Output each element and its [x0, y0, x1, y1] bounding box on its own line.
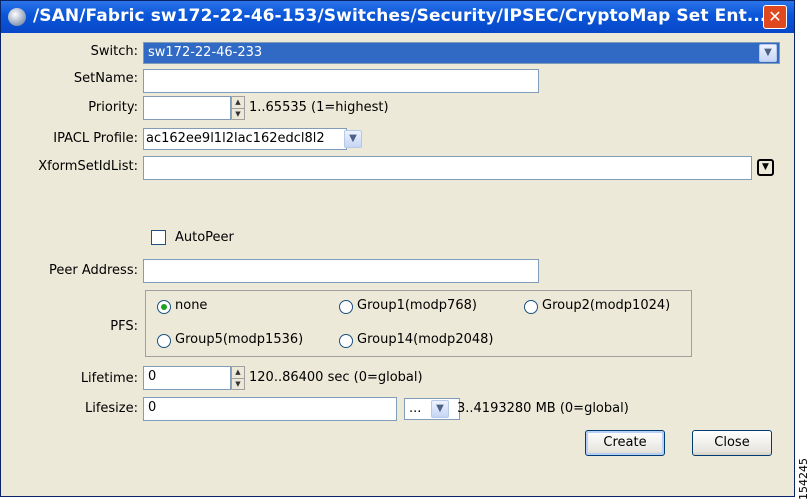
dialog-window: /SAN/Fabric sw172-22-46-153/Switches/Sec… — [0, 0, 795, 497]
lifesize-input[interactable]: 0 — [143, 397, 397, 421]
spinner-down-icon[interactable]: ▼ — [232, 379, 244, 390]
ipacl-dropdown-icon[interactable]: ▼ — [344, 130, 362, 148]
figure-id-text: 154245 — [797, 458, 809, 500]
spinner-down-icon[interactable]: ▼ — [232, 109, 244, 120]
xform-menu-icon[interactable]: ▼ — [757, 159, 774, 176]
pfs-radio-group5[interactable] — [157, 334, 171, 348]
switch-dropdown-icon[interactable]: ▼ — [759, 44, 777, 62]
lifesize-unit-value: ... — [409, 401, 422, 416]
priority-hint: 1..65535 (1=highest) — [249, 100, 389, 115]
lifetime-label: Lifetime: — [80, 371, 138, 386]
priority-label: Priority: — [88, 100, 138, 115]
pfs-radio-group1[interactable] — [339, 300, 353, 314]
priority-input[interactable] — [143, 96, 231, 120]
spinner-up-icon[interactable]: ▲ — [232, 367, 244, 379]
lifetime-input[interactable]: 0 — [143, 366, 231, 390]
switch-label: Switch: — [90, 44, 138, 59]
switch-select[interactable]: sw172-22-46-233 — [143, 42, 780, 64]
lifesize-dropdown-icon[interactable]: ▼ — [431, 400, 449, 418]
lifesize-label: Lifesize: — [84, 401, 138, 416]
app-icon — [8, 8, 26, 26]
pfs-option-none: none — [175, 298, 208, 313]
setname-label: SetName: — [73, 71, 138, 86]
peer-address-input[interactable] — [143, 259, 539, 283]
create-button[interactable]: Create — [585, 430, 665, 456]
window-title: /SAN/Fabric sw172-22-46-153/Switches/Sec… — [33, 6, 767, 26]
close-button[interactable]: Close — [692, 430, 772, 456]
pfs-option-group2: Group2(modp1024) — [542, 298, 671, 313]
xform-label: XformSetIdList: — [38, 159, 138, 174]
pfs-radio-none[interactable] — [157, 300, 171, 314]
ipacl-select[interactable]: ac162ee9l1l2lac162edcl8l2 — [143, 128, 347, 150]
pfs-option-group1: Group1(modp768) — [357, 298, 477, 313]
pfs-radio-group14[interactable] — [339, 334, 353, 348]
autopeer-label: AutoPeer — [175, 230, 234, 245]
lifetime-spinner[interactable]: ▲ ▼ — [231, 366, 245, 390]
pfs-label: PFS: — [110, 319, 138, 334]
pfs-option-group14: Group14(modp2048) — [357, 332, 494, 347]
peer-address-label: Peer Address: — [48, 263, 138, 278]
form-content: Switch: sw172-22-46-233 ▼ SetName: Prior… — [1, 33, 794, 496]
spinner-up-icon[interactable]: ▲ — [232, 97, 244, 109]
close-window-button[interactable]: ✕ — [763, 5, 787, 29]
lifetime-hint: 120..86400 sec (0=global) — [249, 370, 423, 385]
setname-input[interactable] — [143, 69, 539, 93]
priority-spinner[interactable]: ▲ ▼ — [231, 96, 245, 120]
pfs-radio-group2[interactable] — [524, 300, 538, 314]
pfs-option-group5: Group5(modp1536) — [175, 332, 304, 347]
ipacl-label: IPACL Profile: — [53, 131, 138, 146]
autopeer-checkbox[interactable] — [151, 230, 166, 245]
title-bar[interactable]: /SAN/Fabric sw172-22-46-153/Switches/Sec… — [1, 1, 794, 33]
switch-value: sw172-22-46-233 — [148, 45, 263, 60]
xform-input[interactable] — [143, 156, 752, 180]
lifesize-hint: 3..4193280 MB (0=global) — [457, 401, 629, 416]
